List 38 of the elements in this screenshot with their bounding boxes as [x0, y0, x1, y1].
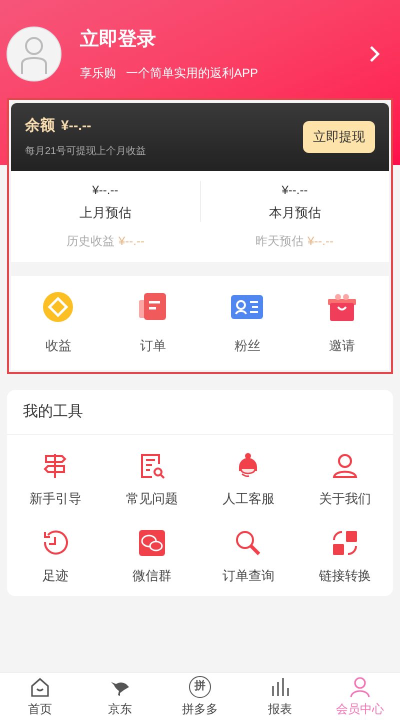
- history-label: 历史收益: [66, 233, 114, 250]
- tab-item[interactable]: 报表: [240, 673, 320, 720]
- history-amount: ¥--.--: [308, 233, 334, 250]
- balance-amount: ¥--.--: [61, 116, 92, 135]
- tab-item[interactable]: 首页: [0, 673, 80, 720]
- shortcut-item[interactable]: 邀请: [294, 290, 389, 356]
- app-slogan: 享乐购 一个简单实用的返利APP: [80, 65, 260, 82]
- bar-chart-icon: [269, 676, 291, 698]
- tab-item[interactable]: 拼 拼多多: [160, 673, 240, 720]
- tool-item[interactable]: 人工客服: [200, 450, 296, 508]
- shortcut-item[interactable]: 订单: [106, 290, 200, 356]
- history-label: 昨天预估: [256, 233, 304, 250]
- estimate-amount: ¥--.--: [282, 182, 308, 198]
- chevron-right-icon[interactable]: [368, 44, 382, 64]
- coin-icon: [41, 290, 76, 324]
- estimate-amount: ¥--.--: [92, 182, 118, 198]
- tab-item[interactable]: 京东: [80, 673, 160, 720]
- tool-item[interactable]: 订单查询: [200, 528, 296, 586]
- tools-title: 我的工具: [23, 402, 83, 420]
- shortcut-item[interactable]: 收益: [11, 290, 106, 356]
- withdraw-button[interactable]: 立即提现: [303, 121, 375, 152]
- tool-item[interactable]: 微信群: [104, 528, 200, 586]
- estimate-label: 上月预估: [79, 204, 132, 222]
- balance-label: 余额: [25, 116, 55, 136]
- history-amount: ¥--.--: [118, 233, 144, 250]
- tool-item[interactable]: 新手引导: [7, 450, 104, 508]
- pin-badge-icon: 拼: [189, 676, 211, 698]
- tool-item[interactable]: 常见问题: [104, 450, 200, 508]
- chat-bubbles-icon: [136, 528, 167, 558]
- withdraw-note: 每月21号可提现上个月收益: [25, 144, 148, 158]
- tool-item[interactable]: 链接转换: [296, 528, 393, 586]
- estimate-label: 本月预估: [268, 204, 321, 222]
- tool-item[interactable]: 足迹: [7, 528, 104, 586]
- person-icon: [349, 676, 371, 698]
- tool-item[interactable]: 关于我们: [296, 450, 393, 508]
- avatar-icon[interactable]: [6, 26, 62, 82]
- shortcut-item[interactable]: 粉丝: [200, 290, 294, 356]
- home-icon: [29, 676, 51, 698]
